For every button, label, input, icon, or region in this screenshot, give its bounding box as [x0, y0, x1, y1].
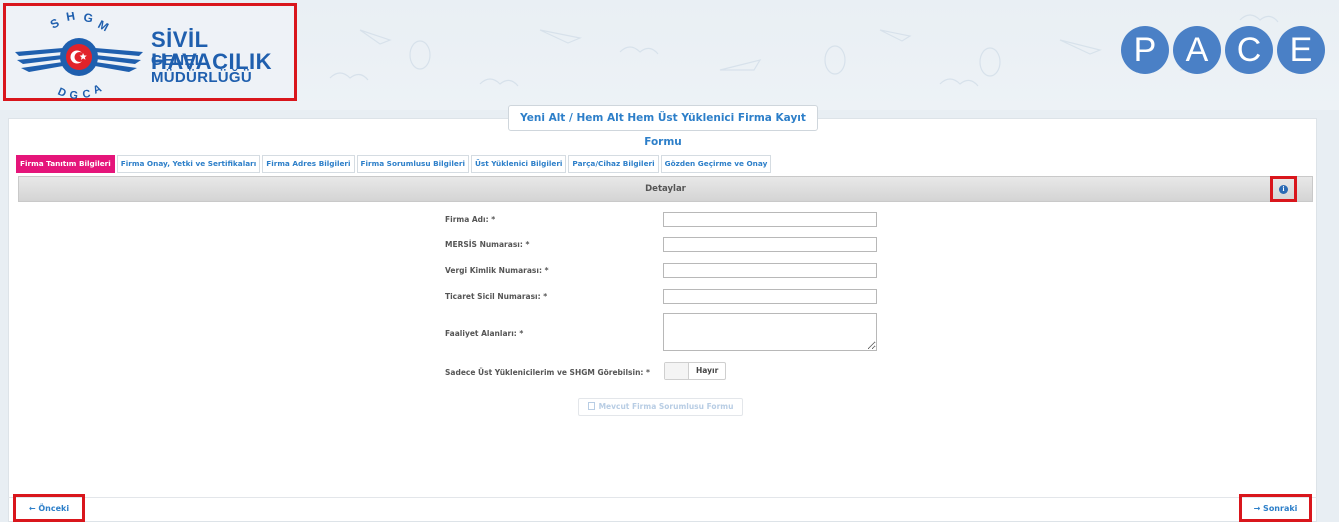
logo-subtitle: GENEL MÜDÜRLÜĞÜ — [151, 52, 253, 86]
faaliyet-label: Faaliyet Alanları: * — [445, 329, 524, 338]
details-section-header: Detaylar — [18, 176, 1313, 202]
ticaret-sicil-label: Ticaret Sicil Numarası: * — [445, 292, 548, 301]
arc-bottom-letter: C — [82, 88, 92, 100]
firma-adi-label: Firma Adı: * — [445, 215, 496, 224]
section-title: Detaylar — [645, 184, 686, 194]
pace-letter: E — [1277, 26, 1325, 74]
tab-parca-cihaz[interactable]: Parça/Cihaz Bilgileri — [568, 155, 659, 173]
toggle-knob[interactable] — [665, 363, 689, 379]
tab-gozden-gecirme[interactable]: Gözden Geçirme ve Onay — [660, 155, 772, 173]
arc-top-letter: G — [82, 12, 94, 26]
next-button[interactable]: → Sonraki — [1239, 494, 1312, 522]
vergi-kimlik-label: Vergi Kimlik Numarası: * — [445, 266, 549, 275]
visibility-toggle[interactable]: Hayır — [664, 362, 727, 380]
tab-firma-onay[interactable]: Firma Onay, Yetki ve Sertifikaları — [116, 155, 261, 173]
shgm-logo[interactable]: S H G M D G C A SİVİL HAVACILIK GENEL MÜ… — [3, 3, 297, 101]
pace-letter: P — [1121, 26, 1169, 74]
tab-ust-yuklenici[interactable]: Üst Yüklenici Bilgileri — [470, 155, 567, 173]
pace-letter: A — [1173, 26, 1221, 74]
mersis-label: MERSİS Numarası: * — [445, 240, 530, 249]
arc-top-letter: H — [65, 12, 76, 24]
ticaret-sicil-input[interactable] — [663, 289, 877, 304]
mersis-input[interactable] — [663, 237, 877, 252]
form-title: Yeni Alt / Hem Alt Hem Üst Yüklenici Fir… — [508, 105, 818, 148]
previous-label: ← Önceki — [28, 503, 70, 513]
document-icon — [587, 402, 595, 410]
next-label: → Sonraki — [1253, 503, 1298, 513]
pace-letter: C — [1225, 26, 1273, 74]
toggle-value: Hayır — [696, 366, 719, 375]
footer-divider — [8, 497, 1317, 498]
arc-bottom-letter: D — [56, 86, 68, 100]
existing-manager-button[interactable]: Mevcut Firma Sorumlusu Formu — [578, 398, 743, 416]
shgm-emblem-icon: S H G M D G C A — [15, 12, 143, 100]
tab-firma-adres[interactable]: Firma Adres Bilgileri — [262, 155, 355, 173]
info-icon: i — [1279, 184, 1288, 194]
tab-firma-tanitim[interactable]: Firma Tanıtım Bilgileri — [16, 155, 115, 173]
previous-button[interactable]: ← Önceki — [13, 494, 85, 522]
arc-top-letter: S — [48, 16, 62, 32]
tab-firma-sorumlusu[interactable]: Firma Sorumlusu Bilgileri — [356, 155, 469, 173]
arc-top-letter: M — [96, 17, 111, 34]
form-tabs: Firma Tanıtım Bilgileri Firma Onay, Yetk… — [16, 155, 772, 173]
firma-adi-input[interactable] — [663, 212, 877, 227]
visibility-label: Sadece Üst Yüklenicilerim ve SHGM Görebi… — [445, 368, 650, 377]
arc-bottom-letter: A — [91, 83, 103, 97]
faaliyet-textarea[interactable] — [663, 313, 877, 351]
header-banner: S H G M D G C A SİVİL HAVACILIK GENEL MÜ… — [0, 0, 1339, 110]
vergi-kimlik-input[interactable] — [663, 263, 877, 278]
existing-manager-label: Mevcut Firma Sorumlusu Formu — [598, 402, 734, 411]
arc-bottom-letter: G — [69, 89, 79, 100]
pace-logo: P A C E — [1121, 26, 1325, 74]
info-button[interactable]: i — [1270, 176, 1297, 202]
